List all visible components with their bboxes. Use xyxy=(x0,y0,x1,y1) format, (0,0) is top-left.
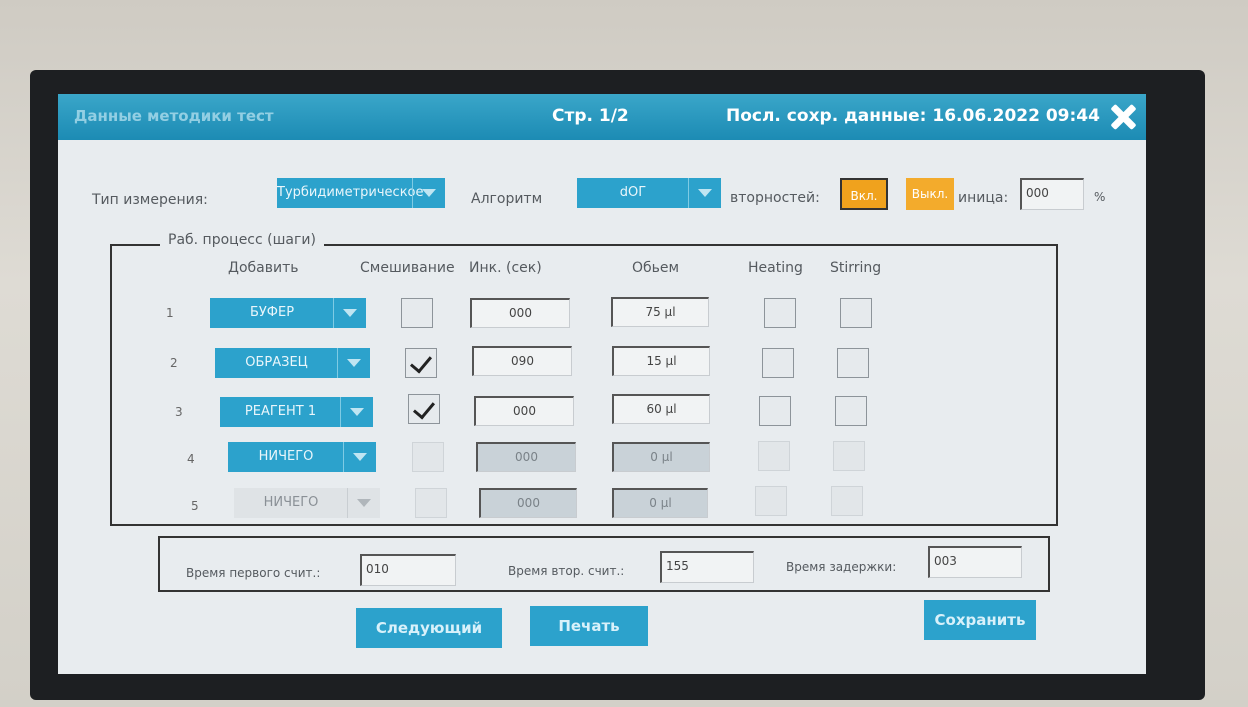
row-number: 5 xyxy=(191,499,199,513)
row-number: 1 xyxy=(166,306,174,320)
col-volume: Обьем xyxy=(632,260,680,276)
percent-label: % xyxy=(1094,190,1106,204)
chevron-down-icon xyxy=(412,178,445,208)
inc-input[interactable]: 000 xyxy=(476,442,576,472)
row-number: 3 xyxy=(175,405,183,419)
algorithm-value: dOГ xyxy=(619,185,647,200)
col-stirring: Stirring xyxy=(830,260,882,276)
inc-input[interactable]: 090 xyxy=(472,346,572,376)
reagent-dropdown[interactable]: НИЧЕГО xyxy=(234,488,380,518)
print-button[interactable]: Печать xyxy=(530,606,648,646)
chevron-down-icon xyxy=(347,488,380,518)
unit-label: иница: xyxy=(958,190,1009,206)
heating-checkbox[interactable] xyxy=(762,348,794,378)
reagent-value: РЕАГЕНТ 1 xyxy=(244,404,317,419)
heating-checkbox[interactable] xyxy=(759,396,791,426)
inc-input[interactable]: 000 xyxy=(470,298,570,328)
chevron-down-icon xyxy=(688,178,721,208)
col-mix: Смешивание xyxy=(360,260,455,276)
first-read-label: Время первого счит.: xyxy=(186,566,321,580)
measure-type-dropdown[interactable]: Турбидиметрическое xyxy=(277,178,445,208)
stirring-checkbox[interactable] xyxy=(840,298,872,328)
mix-checkbox[interactable] xyxy=(408,394,440,424)
delay-label: Время задержки: xyxy=(786,560,897,574)
title-bar: Данные методики тест Стр. 1/2 Посл. сохр… xyxy=(58,94,1146,140)
mix-checkbox[interactable] xyxy=(412,442,444,472)
reagent-value: НИЧЕГО xyxy=(263,495,319,510)
repeats-on-button[interactable]: Вкл. xyxy=(840,178,888,210)
second-read-input[interactable]: 155 xyxy=(660,551,754,583)
workflow-group xyxy=(110,244,1058,526)
chevron-down-icon xyxy=(340,397,373,427)
second-read-label: Время втор. счит.: xyxy=(508,564,625,578)
algorithm-dropdown[interactable]: dOГ xyxy=(577,178,721,208)
volume-input[interactable]: 15 µl xyxy=(612,346,710,376)
volume-input[interactable]: 0 µl xyxy=(612,442,710,472)
repeats-label: вторностей: xyxy=(730,190,820,206)
last-saved-info: Посл. сохр. данные: 16.06.2022 09:44 xyxy=(726,106,1100,126)
col-inc: Инк. (сек) xyxy=(469,260,542,276)
reagent-dropdown[interactable]: РЕАГЕНТ 1 xyxy=(220,397,373,427)
first-read-input[interactable]: 010 xyxy=(360,554,456,586)
row-number: 4 xyxy=(187,452,195,466)
mix-checkbox[interactable] xyxy=(405,348,437,378)
algorithm-label: Алгоритм xyxy=(471,191,543,207)
stirring-checkbox[interactable] xyxy=(837,348,869,378)
volume-input[interactable]: 75 µl xyxy=(611,297,709,327)
chevron-down-icon xyxy=(343,442,376,472)
inc-input[interactable]: 000 xyxy=(479,488,577,518)
stirring-checkbox[interactable] xyxy=(831,486,863,516)
measure-type-label: Тип измерения: xyxy=(92,192,208,208)
chevron-down-icon xyxy=(333,298,366,328)
reagent-value: БУФЕР xyxy=(249,305,295,320)
unit-input[interactable]: 000 xyxy=(1020,178,1084,210)
page-indicator: Стр. 1/2 xyxy=(552,106,629,126)
inc-input[interactable]: 000 xyxy=(474,396,574,426)
reagent-value: ОБРАЗЕЦ xyxy=(245,355,308,370)
delay-input[interactable]: 003 xyxy=(928,546,1022,578)
next-button[interactable]: Следующий xyxy=(356,608,502,648)
reagent-dropdown[interactable]: НИЧЕГО xyxy=(228,442,376,472)
workflow-title: Раб. процесс (шаги) xyxy=(160,232,324,248)
screen: Данные методики тест Стр. 1/2 Посл. сохр… xyxy=(58,94,1146,674)
volume-input[interactable]: 60 µl xyxy=(612,394,710,424)
measure-type-value: Турбидиметрическое xyxy=(277,185,424,200)
row-number: 2 xyxy=(170,356,178,370)
stirring-checkbox[interactable] xyxy=(833,441,865,471)
window-title: Данные методики тест xyxy=(74,107,274,125)
mix-checkbox[interactable] xyxy=(401,298,433,328)
heating-checkbox[interactable] xyxy=(755,486,787,516)
heating-checkbox[interactable] xyxy=(758,441,790,471)
repeats-off-button[interactable]: Выкл. xyxy=(906,178,954,210)
reagent-dropdown[interactable]: ОБРАЗЕЦ xyxy=(215,348,370,378)
stirring-checkbox[interactable] xyxy=(835,396,867,426)
mix-checkbox[interactable] xyxy=(415,488,447,518)
col-add: Добавить xyxy=(228,260,299,276)
close-icon[interactable] xyxy=(1106,100,1140,134)
reagent-dropdown[interactable]: БУФЕР xyxy=(210,298,366,328)
save-button[interactable]: Сохранить xyxy=(924,600,1036,640)
chevron-down-icon xyxy=(337,348,370,378)
heating-checkbox[interactable] xyxy=(764,298,796,328)
col-heating: Heating xyxy=(748,260,803,276)
reagent-value: НИЧЕГО xyxy=(258,449,314,464)
volume-input[interactable]: 0 µl xyxy=(612,488,708,518)
